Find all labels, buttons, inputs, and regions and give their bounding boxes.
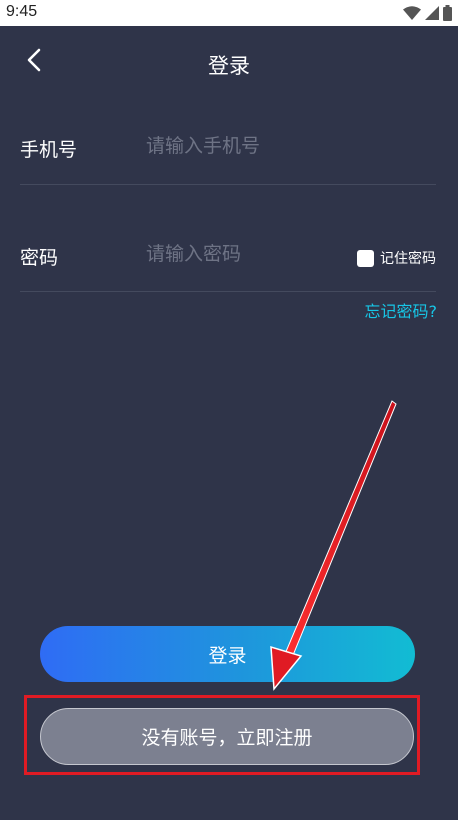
remember-checkbox[interactable] — [357, 249, 374, 267]
password-field-row: 密码 记住密码 — [20, 231, 436, 292]
page-title: 登录 — [208, 54, 250, 78]
header: 登录 — [0, 26, 458, 102]
password-label: 密码 — [20, 247, 59, 269]
forgot-password-link[interactable]: 忘记密码? — [365, 298, 438, 322]
annotation-highlight-box — [24, 695, 420, 775]
remember-password-toggle[interactable]: 记住密码 — [357, 248, 436, 268]
status-bar: 9:45 — [0, 0, 458, 26]
login-button[interactable]: 登录 — [40, 626, 415, 682]
remember-label: 记住密码 — [380, 251, 436, 267]
wifi-icon — [403, 6, 421, 20]
signal-icon — [425, 6, 439, 20]
phone-field-row: 手机号 — [20, 124, 436, 185]
password-input[interactable] — [146, 243, 336, 265]
status-time: 9:45 — [6, 3, 38, 20]
phone-label: 手机号 — [20, 139, 78, 161]
phone-input[interactable] — [146, 135, 346, 157]
battery-icon — [443, 5, 452, 21]
status-icons — [403, 4, 452, 22]
